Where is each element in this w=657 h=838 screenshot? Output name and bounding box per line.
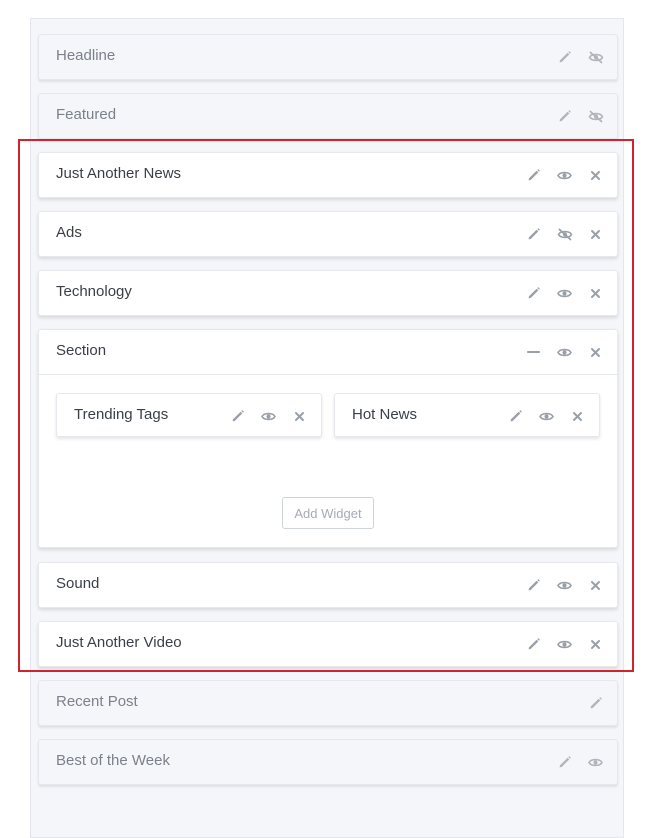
- pencil-icon[interactable]: [518, 622, 549, 666]
- pencil-icon[interactable]: [549, 94, 580, 138]
- widget-title: Just Another Video: [56, 634, 182, 651]
- pencil-icon[interactable]: [549, 35, 580, 79]
- minus-icon[interactable]: [518, 330, 549, 374]
- close-icon[interactable]: [580, 212, 611, 256]
- widget-headline[interactable]: Headline: [38, 34, 618, 80]
- widget-sound[interactable]: Sound: [38, 562, 618, 608]
- eye-icon[interactable]: [549, 271, 580, 315]
- pencil-icon[interactable]: [580, 681, 611, 725]
- widget-title: Best of the Week: [56, 752, 170, 769]
- close-icon[interactable]: [580, 153, 611, 197]
- widget-recent-post[interactable]: Recent Post: [38, 680, 618, 726]
- eye-icon[interactable]: [549, 330, 580, 374]
- pencil-icon[interactable]: [518, 271, 549, 315]
- pencil-icon[interactable]: [222, 394, 253, 438]
- pencil-icon[interactable]: [518, 153, 549, 197]
- widget-title: Ads: [56, 224, 82, 241]
- close-icon[interactable]: [580, 622, 611, 666]
- eye-off-icon[interactable]: [549, 212, 580, 256]
- pencil-icon[interactable]: [518, 563, 549, 607]
- widget-title: Headline: [56, 47, 116, 64]
- add-widget-button[interactable]: Add Widget: [282, 497, 374, 529]
- section-body: Trending Tags Hot News Add Widget: [39, 374, 617, 547]
- widget-title: Sound: [56, 575, 100, 592]
- close-icon[interactable]: [284, 394, 315, 438]
- widget-title: Trending Tags: [74, 406, 169, 423]
- pencil-icon[interactable]: [549, 740, 580, 784]
- widget-title: Technology: [56, 283, 132, 300]
- child-widget-hot-news[interactable]: Hot News: [334, 393, 600, 437]
- widget-best-of-the-week[interactable]: Best of the Week: [38, 739, 618, 785]
- pencil-icon[interactable]: [500, 394, 531, 438]
- widget-featured[interactable]: Featured: [38, 93, 618, 139]
- widget-title: Hot News: [352, 406, 418, 423]
- widget-title: Recent Post: [56, 693, 138, 710]
- widget-just-another-news[interactable]: Just Another News: [38, 152, 618, 198]
- child-widget-trending-tags[interactable]: Trending Tags: [56, 393, 322, 437]
- eye-icon[interactable]: [549, 622, 580, 666]
- close-icon[interactable]: [580, 271, 611, 315]
- eye-icon[interactable]: [531, 394, 562, 438]
- eye-icon[interactable]: [549, 563, 580, 607]
- eye-off-icon[interactable]: [580, 94, 611, 138]
- widget-title: Just Another News: [56, 165, 182, 182]
- close-icon[interactable]: [580, 330, 611, 374]
- widget-section[interactable]: Section Trending Tags Hot News Add Widge…: [38, 329, 618, 548]
- widget-ads[interactable]: Ads: [38, 211, 618, 257]
- close-icon[interactable]: [562, 394, 593, 438]
- widget-title: Section: [56, 342, 107, 359]
- eye-icon[interactable]: [549, 153, 580, 197]
- eye-icon[interactable]: [580, 740, 611, 784]
- eye-off-icon[interactable]: [580, 35, 611, 79]
- pencil-icon[interactable]: [518, 212, 549, 256]
- widget-title: Featured: [56, 106, 117, 123]
- close-icon[interactable]: [580, 563, 611, 607]
- eye-icon[interactable]: [253, 394, 284, 438]
- widget-just-another-video[interactable]: Just Another Video: [38, 621, 618, 667]
- widget-technology[interactable]: Technology: [38, 270, 618, 316]
